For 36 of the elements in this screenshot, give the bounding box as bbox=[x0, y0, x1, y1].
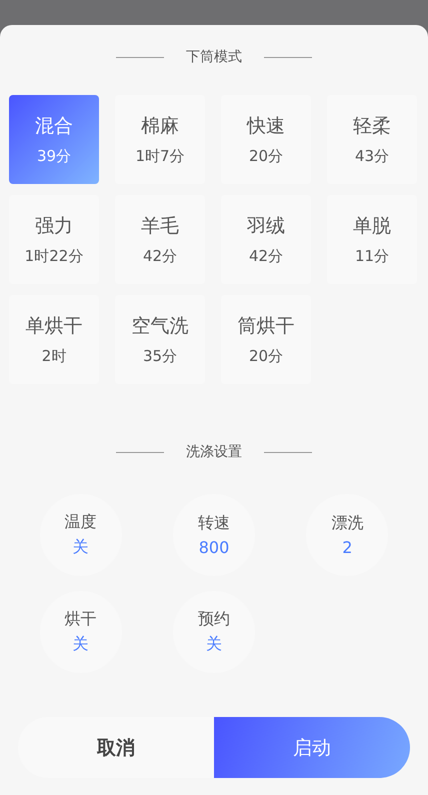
mode-name: 筒烘干 bbox=[238, 314, 294, 339]
mode-name: 棉麻 bbox=[141, 114, 179, 139]
mode-duration: 1时22分 bbox=[24, 247, 84, 266]
mode-tile[interactable]: 混合 39分 bbox=[9, 95, 99, 184]
mode-duration: 11分 bbox=[354, 247, 390, 266]
setting-value: 2 bbox=[342, 538, 352, 557]
mode-name: 羊毛 bbox=[141, 214, 179, 239]
setting-label: 转速 bbox=[198, 513, 230, 534]
mode-duration: 20分 bbox=[248, 147, 284, 166]
mode-name: 强力 bbox=[35, 214, 73, 239]
section-title: 下筒模式 bbox=[186, 48, 242, 66]
section-title: 洗涤设置 bbox=[186, 443, 242, 461]
mode-name: 空气洗 bbox=[132, 314, 188, 339]
mode-name: 单脱 bbox=[353, 214, 391, 239]
mode-duration: 42分 bbox=[142, 247, 178, 266]
setting-label: 漂洗 bbox=[331, 513, 364, 534]
setting-label: 温度 bbox=[64, 512, 97, 533]
mode-duration: 20分 bbox=[248, 347, 284, 366]
mode-duration: 42分 bbox=[248, 247, 284, 266]
mode-name: 轻柔 bbox=[353, 114, 391, 139]
mode-duration: 1时7分 bbox=[135, 147, 185, 166]
setting-label: 预约 bbox=[198, 609, 230, 630]
mode-name: 快速 bbox=[247, 114, 285, 139]
setting-value: 关 bbox=[72, 634, 89, 655]
mode-duration: 43分 bbox=[354, 147, 390, 166]
start-button[interactable]: 启动 bbox=[214, 717, 410, 778]
setting-value: 800 bbox=[198, 538, 230, 557]
mode-name: 羽绒 bbox=[247, 214, 285, 239]
mode-name: 混合 bbox=[35, 114, 73, 139]
setting-label: 烘干 bbox=[64, 609, 97, 630]
mode-duration: 39分 bbox=[36, 147, 72, 166]
mode-duration: 35分 bbox=[142, 347, 178, 366]
mode-duration: 2时 bbox=[42, 347, 66, 366]
setting-value: 关 bbox=[206, 634, 222, 655]
setting-value: 关 bbox=[72, 537, 89, 558]
mode-name: 单烘干 bbox=[26, 314, 82, 339]
